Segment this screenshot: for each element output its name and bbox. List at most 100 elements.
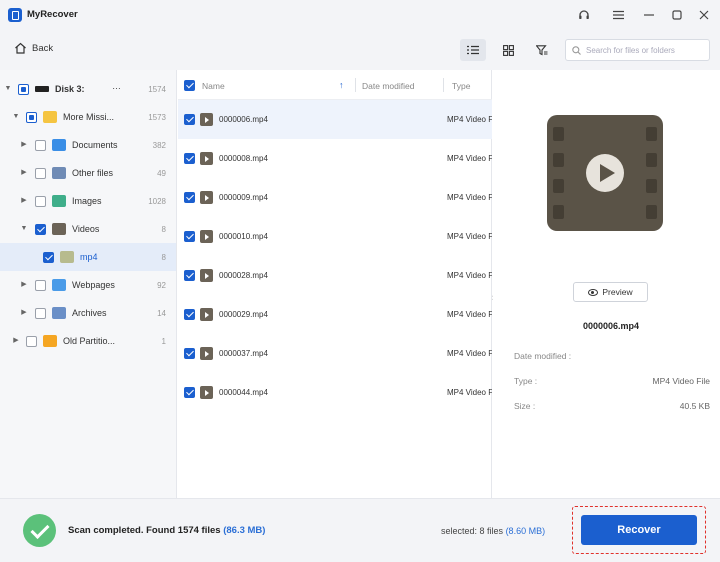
row-checkbox[interactable]	[184, 231, 195, 242]
video-file-icon	[200, 113, 213, 126]
tree-checkbox[interactable]	[43, 251, 54, 263]
file-name: 0000010.mp4	[219, 232, 268, 241]
close-icon[interactable]	[695, 6, 713, 24]
table-row[interactable]: 0000006.mp4 MP4 Video File	[178, 100, 492, 139]
list-view-icon	[467, 45, 479, 55]
tree-checkbox[interactable]	[18, 83, 29, 95]
row-checkbox[interactable]	[184, 387, 195, 398]
tree-checkbox[interactable]	[26, 335, 37, 347]
search-icon	[572, 45, 581, 55]
column-divider	[355, 78, 356, 92]
column-header-type[interactable]: Type	[452, 81, 470, 91]
tree-item-archives[interactable]: ▶ Archives 14	[0, 299, 176, 327]
archives-icon	[52, 307, 66, 319]
file-type: MP4 Video File	[447, 349, 492, 358]
tree-count: 92	[157, 280, 166, 290]
tree-item-documents[interactable]: ▶ Documents 382	[0, 131, 176, 159]
row-checkbox[interactable]	[184, 309, 195, 320]
list-view-button[interactable]	[460, 39, 486, 61]
file-name: 0000006.mp4	[219, 115, 268, 124]
expand-arrow-icon[interactable]: ▶	[20, 281, 28, 289]
table-row[interactable]: 0000037.mp4 MP4 Video File	[178, 334, 492, 373]
disk-icon	[35, 86, 49, 92]
video-file-icon	[200, 308, 213, 321]
collapse-arrow-icon[interactable]: ▼	[20, 225, 28, 233]
folder-icon	[43, 111, 57, 123]
tree-checkbox[interactable]	[35, 279, 46, 291]
images-icon	[52, 195, 66, 207]
file-type: MP4 Video File	[447, 271, 492, 280]
column-header-name[interactable]: Name	[202, 81, 225, 91]
tree-count: 1573	[148, 112, 166, 122]
expand-arrow-icon[interactable]: ▶	[20, 169, 28, 177]
preview-button[interactable]: Preview	[573, 282, 648, 302]
sort-arrow-icon[interactable]: ↑	[339, 80, 344, 90]
tree-item-other-files[interactable]: ▶ Other files 49	[0, 159, 176, 187]
collapse-arrow-icon[interactable]: ▼	[12, 113, 20, 121]
tree-item-videos[interactable]: ▼ Videos 8	[0, 215, 176, 243]
video-thumbnail	[547, 115, 663, 231]
tree-checkbox[interactable]	[35, 223, 46, 235]
scan-status-text: Scan completed. Found 1574 files	[68, 525, 221, 536]
expand-arrow-icon[interactable]: ▶	[20, 197, 28, 205]
grid-view-button[interactable]	[495, 39, 521, 61]
file-type: MP4 Video File	[447, 310, 492, 319]
search-input[interactable]	[586, 45, 704, 55]
row-checkbox[interactable]	[184, 348, 195, 359]
row-checkbox[interactable]	[184, 153, 195, 164]
expand-arrow-icon[interactable]: ▶	[20, 309, 28, 317]
minimize-icon[interactable]	[640, 6, 658, 24]
tree-checkbox[interactable]	[35, 307, 46, 319]
tree-checkbox[interactable]	[35, 167, 46, 179]
table-row[interactable]: 0000008.mp4 MP4 Video File	[178, 139, 492, 178]
menu-icon[interactable]	[609, 6, 627, 24]
select-all-checkbox[interactable]	[184, 80, 195, 91]
check-circle-icon	[23, 514, 56, 547]
selection-status: selected: 8 files (8.60 MB)	[441, 526, 545, 536]
filter-icon	[536, 44, 548, 55]
more-options-icon[interactable]: …	[112, 81, 121, 91]
tree-label: Videos	[72, 224, 100, 234]
tree-item-disk[interactable]: ▼ Disk 3: … 1574	[0, 75, 176, 103]
row-checkbox[interactable]	[184, 270, 195, 281]
filter-button[interactable]	[529, 39, 555, 61]
eye-icon	[588, 288, 599, 296]
table-row[interactable]: 0000029.mp4 MP4 Video File	[178, 295, 492, 334]
expand-arrow-icon[interactable]: ▶	[12, 337, 20, 345]
size-label: Size :	[514, 401, 536, 411]
collapse-arrow-icon[interactable]: ▼	[4, 85, 12, 93]
headset-icon[interactable]	[575, 6, 593, 24]
tree-item-images[interactable]: ▶ Images 1028	[0, 187, 176, 215]
table-row[interactable]: 0000009.mp4 MP4 Video File	[178, 178, 492, 217]
grid-view-icon	[502, 44, 514, 56]
expand-arrow-icon[interactable]: ▶	[20, 141, 28, 149]
search-box[interactable]	[565, 39, 710, 61]
title-bar: MyRecover	[0, 0, 720, 30]
tree-checkbox[interactable]	[26, 111, 37, 123]
tree-item-old-partition[interactable]: ▶ Old Partitio... 1	[0, 327, 176, 355]
scan-status-size: (86.3 MB)	[223, 525, 266, 536]
column-header-date[interactable]: Date modified	[362, 81, 414, 91]
tree-item-more-missing[interactable]: ▼ More Missi... 1573	[0, 103, 176, 131]
film-hole	[553, 179, 564, 193]
tree-item-mp4[interactable]: mp4 8	[0, 243, 176, 271]
row-checkbox[interactable]	[184, 192, 195, 203]
table-row[interactable]: 0000044.mp4 MP4 Video File	[178, 373, 492, 412]
tree-checkbox[interactable]	[35, 195, 46, 207]
maximize-icon[interactable]	[668, 6, 686, 24]
recover-button[interactable]: Recover	[581, 515, 697, 545]
tree-count: 1	[161, 336, 166, 346]
documents-icon	[52, 139, 66, 151]
row-checkbox[interactable]	[184, 114, 195, 125]
tree-count: 14	[157, 308, 166, 318]
table-row[interactable]: 0000028.mp4 MP4 Video File	[178, 256, 492, 295]
file-name: 0000028.mp4	[219, 271, 268, 280]
tree-checkbox[interactable]	[35, 139, 46, 151]
video-file-icon	[200, 191, 213, 204]
film-hole	[646, 127, 657, 141]
film-hole	[553, 127, 564, 141]
tree-item-webpages[interactable]: ▶ Webpages 92	[0, 271, 176, 299]
back-button[interactable]: Back	[14, 42, 53, 54]
table-row[interactable]: 0000010.mp4 MP4 Video File	[178, 217, 492, 256]
video-file-icon	[200, 347, 213, 360]
